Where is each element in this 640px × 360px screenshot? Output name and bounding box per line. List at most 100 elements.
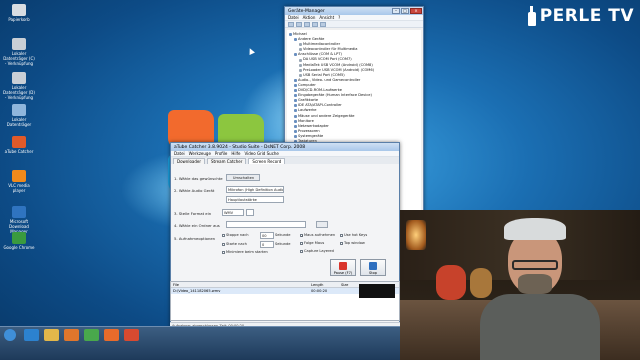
menu-datei[interactable]: Datei [288,15,299,20]
tab-stream-catcher[interactable]: Stream Catcher [207,158,247,164]
device-icon [299,68,302,72]
format-select[interactable]: WMV [222,209,244,216]
record-pause-icon [339,262,347,270]
capture-layered-label: Capture Layered [304,249,334,253]
stop-after-label: Stoppe nach [226,233,249,237]
menu-video-grid[interactable]: Video Grid Suche [244,151,278,156]
person-shirt [480,294,600,360]
back-icon[interactable] [288,22,294,27]
device-icon [294,124,297,128]
help-icon[interactable] [312,22,318,27]
row-length: 00:00:20 [311,289,328,293]
record-mouse-label: Maus aufnehmen [304,233,336,237]
tab-downloader[interactable]: Downloader [173,158,205,164]
stop-button-label: Stop [369,271,377,275]
explorer-taskbar-button[interactable] [44,329,59,341]
media-player-taskbar-button[interactable] [64,329,79,341]
browse-folder-button[interactable] [316,221,328,228]
hotkeys-checkbox[interactable] [340,233,343,237]
screen-record-panel: 1. Wähle das gewünschte Umschalten 2. Wä… [170,165,400,281]
minimize-on-start-option[interactable]: Minimiere beim starten [222,250,268,254]
menu-werkzeuge[interactable]: Werkzeuge [189,151,211,156]
step5-label: 5. Aufnahmeoptionen [174,236,216,241]
close-button[interactable]: × [410,8,422,14]
webcam-overlay [400,210,640,360]
stop-after-checkbox[interactable] [222,233,225,237]
desktop-icon-label: Papierkorb [8,17,30,22]
recordings-table[interactable]: File Length Size D:\Video_141182065.wmv … [170,281,400,321]
desktop-icon[interactable]: Lokaler Datenträger [2,104,36,127]
pause-button-label: Pause (F7) [333,271,353,275]
maximize-button[interactable]: □ [401,8,409,14]
atube-titlebar[interactable]: aTube Catcher 3.8.9024 - Studio Suite - … [171,143,399,151]
desktop-icon[interactable]: Lokaler Datenträger (C) - Verknüpfung [2,38,36,66]
pause-button[interactable]: Pause (F7) [330,259,356,276]
stop-after-value[interactable]: 00 [260,232,274,239]
start-after-checkbox[interactable] [222,242,225,246]
column-file[interactable]: File [171,282,311,287]
record-mouse-option[interactable]: ✓ Maus aufnehmen [300,233,335,237]
chrome-icon [12,232,26,244]
step2-label: 2. Wähle Audio Gerät [174,188,215,193]
audio-channel-select[interactable]: Hauptlautstärke [226,196,284,203]
chrome-taskbar-button[interactable] [84,329,99,341]
step4-label: 4. Wähle ein Ordner aus [174,223,220,228]
record-mouse-checkbox[interactable]: ✓ [300,233,304,237]
scan-hardware-icon[interactable] [320,22,326,27]
desktop-icon[interactable]: Microsoft Download Manager [2,206,36,234]
menu-ansicht[interactable]: Ansicht [319,15,334,20]
top-window-option[interactable]: Top window [340,241,365,245]
plush-toy [436,265,466,300]
minimize-button[interactable]: – [392,8,400,14]
start-after-value[interactable]: 0 [260,241,274,248]
desktop-icon[interactable]: Papierkorb [2,4,36,22]
audio-device-select[interactable]: Mikrofon (High Definition Audio [226,186,284,193]
firefox-taskbar-button[interactable] [104,329,119,341]
device-icon [294,99,297,103]
menu-profile[interactable]: Profile [215,151,227,156]
person-beard [518,274,552,294]
stop-after-unit: Sekunde [275,233,291,237]
device-icon [289,33,292,37]
device-icon [294,114,297,118]
desktop-icon-label: Lokaler Datenträger (D) - Verknüpfung [3,85,35,100]
recycle-bin-icon [12,4,26,16]
stop-after-option[interactable]: Stoppe nach [222,233,249,237]
start-after-label: Starte nach [226,242,247,246]
column-length[interactable]: Length [311,282,341,287]
capture-layered-checkbox[interactable] [300,249,303,253]
step3-label: 3. Stelle Format ein [174,211,212,216]
menu-hilfe[interactable]: Hilfe [231,151,240,156]
stop-icon [369,262,377,270]
hotkeys-option[interactable]: Use hot Keys [340,233,367,237]
follow-mouse-option[interactable]: Folge Maus [300,241,324,245]
desktop-icon[interactable]: Lokaler Datenträger (D) - Verknüpfung [2,72,36,100]
device-icon [299,48,302,52]
internet-explorer-taskbar-button[interactable] [24,329,39,341]
follow-mouse-checkbox[interactable] [300,241,303,245]
menu-help[interactable]: ? [338,15,340,20]
forward-icon[interactable] [296,22,302,27]
device-icon [294,94,297,98]
desktop-icon[interactable]: aTube Catcher [2,136,36,154]
perle-tv-logo: PERLE TV [527,6,634,26]
properties-icon[interactable] [304,22,310,27]
device-icon [294,89,297,93]
menu-aktion[interactable]: Aktion [303,15,316,20]
toggle-button[interactable]: Umschalten [226,174,260,181]
atube-catcher-icon [12,136,26,148]
start-orb-taskbar-button[interactable] [4,329,16,341]
folder-input[interactable] [226,221,306,228]
device-manager-titlebar[interactable]: Geräte-Manager – □ × [285,7,423,15]
menu-datei[interactable]: Datei [174,151,185,156]
start-after-option[interactable]: Starte nach [222,242,247,246]
capture-layered-option[interactable]: Capture Layered [300,249,334,253]
atube-taskbar-button[interactable] [124,329,139,341]
minimize-checkbox[interactable] [222,250,225,254]
desktop-icon[interactable]: VLC media player [2,170,36,193]
top-window-checkbox[interactable] [340,241,343,245]
stop-button[interactable]: Stop [360,259,386,276]
tab-screen-record[interactable]: Screen Record [248,158,286,164]
desktop-icon[interactable]: Google Chrome [2,232,36,250]
format-options-button[interactable] [246,209,254,216]
